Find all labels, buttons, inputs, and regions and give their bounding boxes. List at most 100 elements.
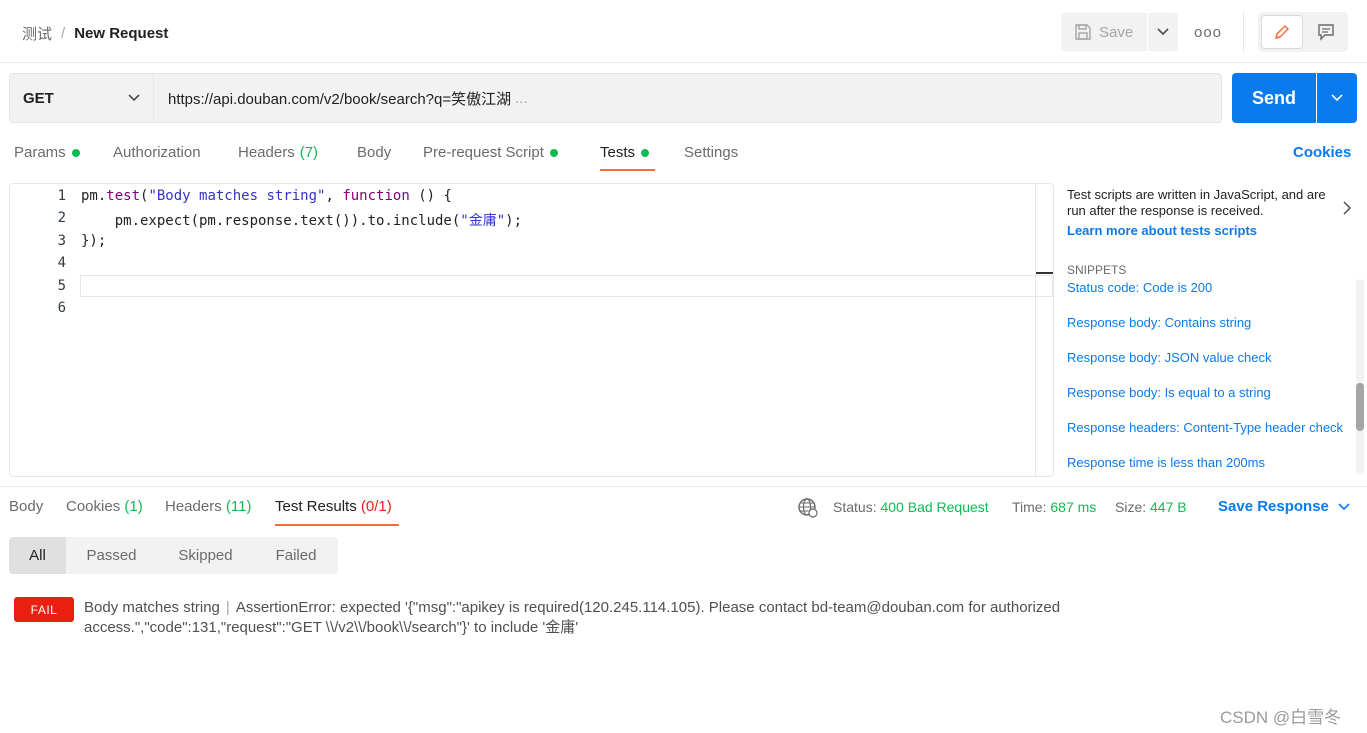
send-options-button[interactable] xyxy=(1317,73,1357,123)
filter-all[interactable]: All xyxy=(9,537,66,574)
filter-failed[interactable]: Failed xyxy=(254,537,338,574)
code-string: "金庸" xyxy=(460,213,506,229)
request-name[interactable]: New Request xyxy=(74,25,168,42)
tab-count: (11) xyxy=(225,498,252,515)
size-label: Size: xyxy=(1115,499,1147,515)
tab-headers[interactable]: Headers (7) xyxy=(238,144,318,161)
code-token: test xyxy=(106,188,141,204)
scrollbar-thumb[interactable] xyxy=(1356,383,1364,431)
response-tab-cookies[interactable]: Cookies (1) xyxy=(66,498,143,515)
test-result-row: Body matches string | AssertionError: expe… xyxy=(84,598,1144,638)
more-icon: ooo xyxy=(1193,23,1223,41)
chevron-down-icon xyxy=(1338,502,1350,510)
url-value: https://api.douban.com/v2/book/search?q=… xyxy=(168,90,512,108)
sidebar-scrollbar[interactable] xyxy=(1356,183,1364,477)
size-value[interactable]: 447 B xyxy=(1150,499,1187,515)
status-value[interactable]: 400 Bad Request xyxy=(880,499,988,515)
result-separator: | xyxy=(225,599,230,616)
chevron-right-icon[interactable] xyxy=(1340,200,1354,216)
divider xyxy=(1243,12,1244,52)
cookies-link[interactable]: Cookies xyxy=(1293,144,1351,161)
comment-icon xyxy=(1318,24,1334,41)
time-label: Time: xyxy=(1012,499,1047,515)
breadcrumb-collection[interactable]: 测试 xyxy=(22,23,52,44)
active-tab-indicator xyxy=(600,169,655,171)
save-label: Save xyxy=(1099,23,1134,41)
save-icon xyxy=(1075,24,1091,40)
tab-prerequest-script[interactable]: Pre-request Script xyxy=(423,144,558,161)
code-keyword: function xyxy=(342,188,410,204)
status-dot xyxy=(549,148,558,157)
status-dot xyxy=(71,148,80,157)
line-number-gutter: 1 2 3 4 5 6 xyxy=(10,184,76,476)
save-options-button[interactable] xyxy=(1148,13,1178,51)
save-response-button[interactable]: Save Response xyxy=(1218,498,1350,515)
line-number: 5 xyxy=(57,278,66,294)
response-tab-body[interactable]: Body xyxy=(9,498,43,515)
chevron-down-icon xyxy=(1157,28,1169,36)
snippet-link[interactable]: Response body: Is equal to a string xyxy=(1067,385,1271,400)
learn-more-link[interactable]: Learn more about tests scripts xyxy=(1067,223,1257,238)
active-response-tab-indicator xyxy=(275,524,399,526)
comments-mode-button[interactable] xyxy=(1306,15,1346,49)
assertion-message: AssertionError: expected '{"msg":"apikey… xyxy=(84,599,1061,636)
more-options-button[interactable]: ooo xyxy=(1192,18,1224,46)
tab-label: Authorization xyxy=(113,144,201,161)
url-input[interactable]: https://api.douban.com/v2/book/search?q=… xyxy=(153,73,1222,123)
tab-count: (7) xyxy=(299,144,319,161)
tab-settings[interactable]: Settings xyxy=(684,144,738,161)
edit-mode-button[interactable] xyxy=(1261,15,1303,49)
response-size: Size: 447 B xyxy=(1115,499,1187,515)
snippet-link[interactable]: Response headers: Content-Type header ch… xyxy=(1067,420,1343,435)
filter-passed[interactable]: Passed xyxy=(66,537,157,574)
snippet-link[interactable]: Response time is less than 200ms xyxy=(1067,455,1265,470)
tab-label: Pre-request Script xyxy=(423,144,544,161)
snippet-link[interactable]: Response body: JSON value check xyxy=(1067,350,1272,365)
chevron-down-icon xyxy=(1331,94,1343,102)
time-value[interactable]: 687 ms xyxy=(1050,499,1096,515)
snippets-sidebar: Test scripts are written in JavaScript, … xyxy=(1067,187,1357,219)
response-time: Time: 687 ms xyxy=(1012,499,1096,515)
tab-label: Settings xyxy=(684,144,739,161)
response-tab-test-results[interactable]: Test Results (0/1) xyxy=(275,498,392,515)
view-mode-toggle xyxy=(1258,12,1348,52)
chevron-down-icon xyxy=(128,94,140,102)
line-number: 1 xyxy=(57,188,66,204)
method-select[interactable]: GET xyxy=(9,73,153,123)
scroll-marker xyxy=(1036,272,1053,274)
tab-count: (0/1) xyxy=(360,498,392,515)
code-token: () { xyxy=(409,188,452,204)
snippets-heading: SNIPPETS xyxy=(1067,263,1127,277)
save-button[interactable]: Save xyxy=(1061,13,1147,51)
tab-label: Tests xyxy=(600,144,636,161)
sidebar-description: Test scripts are written in JavaScript, … xyxy=(1067,187,1326,218)
code-token: , xyxy=(325,188,343,204)
snippet-link[interactable]: Response body: Contains string xyxy=(1067,315,1251,330)
url-ellipsis: ... xyxy=(515,89,528,107)
tab-label: Test Results xyxy=(275,498,357,515)
line-number: 2 xyxy=(57,210,66,226)
code-token: ); xyxy=(505,213,523,229)
globe-icon[interactable] xyxy=(797,497,819,519)
test-name: Body matches string xyxy=(84,599,220,616)
tab-label: Body xyxy=(9,498,44,515)
breadcrumb-separator: / xyxy=(61,25,66,42)
snippet-link[interactable]: Status code: Code is 200 xyxy=(1067,280,1212,295)
tab-label: Headers xyxy=(238,144,295,161)
filter-skipped[interactable]: Skipped xyxy=(157,537,254,574)
tab-authorization[interactable]: Authorization xyxy=(113,144,201,161)
code-line-2: pm.expect(pm.response.text()).to.include… xyxy=(81,210,522,230)
response-status: Status: 400 Bad Request xyxy=(833,499,989,515)
save-response-label: Save Response xyxy=(1218,498,1329,515)
tab-params[interactable]: Params xyxy=(14,144,80,161)
tab-body[interactable]: Body xyxy=(357,144,391,161)
send-button[interactable]: Send xyxy=(1232,73,1316,123)
code-token: pm. xyxy=(81,188,107,204)
tab-count: (1) xyxy=(124,498,143,515)
editor-scrollbar[interactable] xyxy=(1035,184,1053,476)
status-label: Status: xyxy=(833,499,877,515)
response-divider xyxy=(0,486,1367,487)
test-script-editor[interactable]: 1 2 3 4 5 6 pm.test("Body matches string… xyxy=(9,183,1054,477)
response-tab-headers[interactable]: Headers (11) xyxy=(165,498,251,515)
tab-tests[interactable]: Tests xyxy=(600,144,650,161)
